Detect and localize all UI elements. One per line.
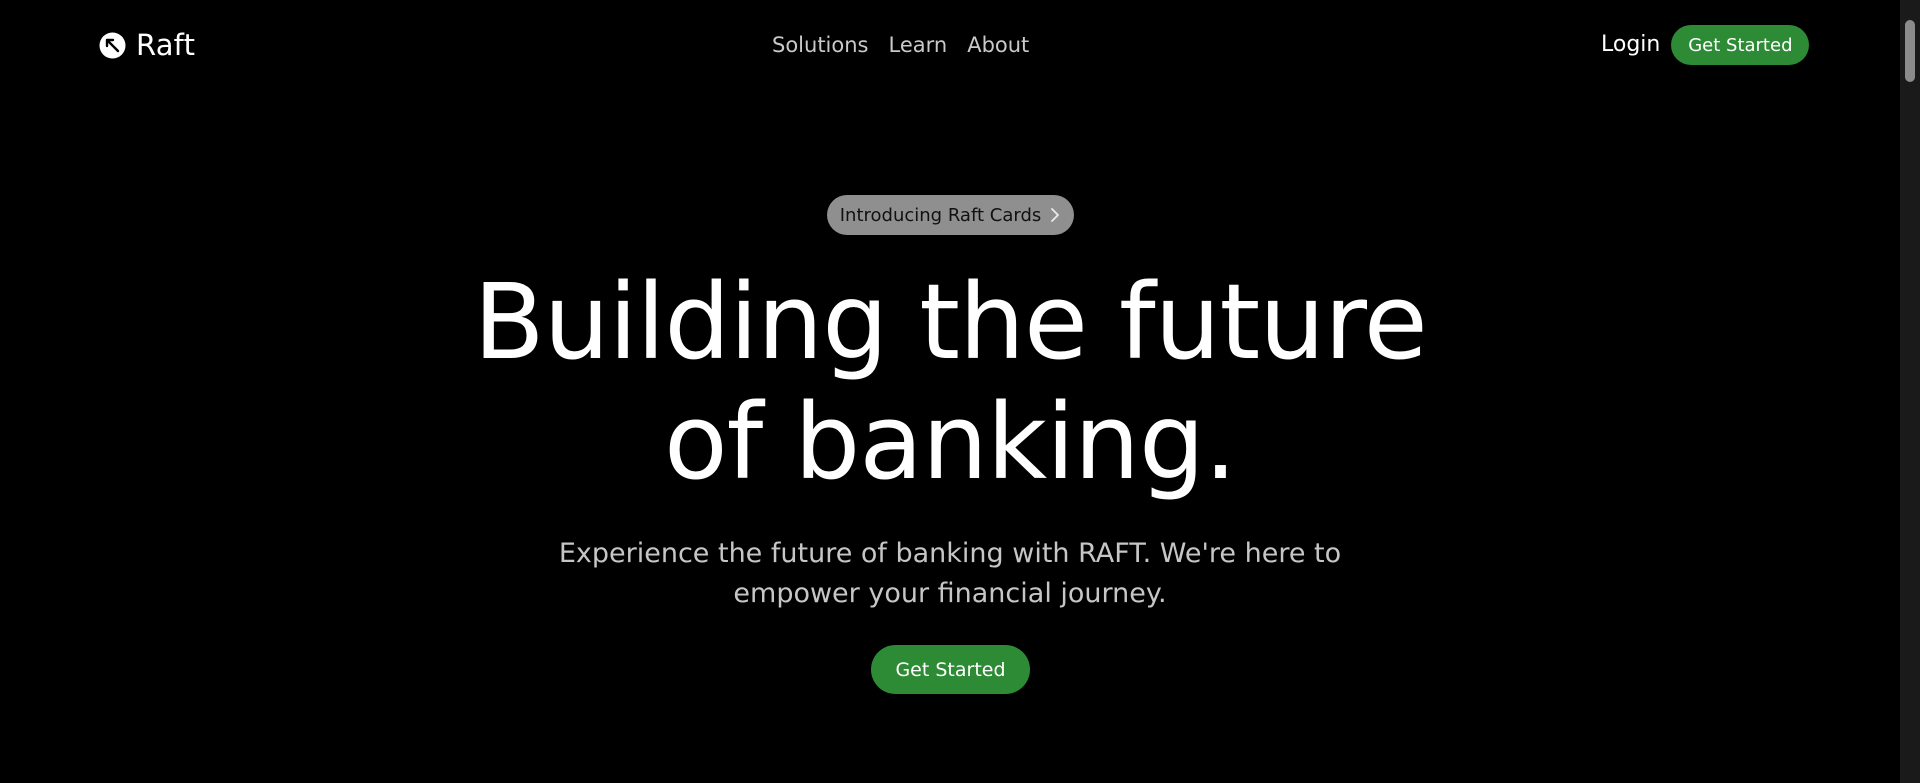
introducing-raft-cards-badge[interactable]: Introducing Raft Cards	[827, 195, 1074, 235]
hero-title-line-2: of banking.	[663, 381, 1237, 503]
login-link[interactable]: Login	[1601, 30, 1660, 60]
nav-item-learn[interactable]: Learn	[889, 31, 948, 59]
hero-subtitle: Experience the future of banking with RA…	[558, 538, 1342, 609]
scrollbar-thumb[interactable]	[1905, 20, 1915, 82]
header-actions: Login Get Started	[1601, 25, 1810, 65]
raft-logo-icon	[99, 32, 126, 58]
chevron-right-icon	[1051, 208, 1060, 222]
hero-title: Building the future of banking.	[0, 262, 1900, 502]
brand-name: Raft	[136, 28, 196, 62]
hero-subtitle-wrap: Experience the future of banking with RA…	[0, 534, 1900, 614]
badge-label: Introducing Raft Cards	[839, 204, 1042, 226]
brand-link[interactable]: Raft	[99, 28, 195, 62]
page-scrollbar[interactable]	[1900, 0, 1920, 783]
landing-page: Raft Solutions Learn About Login Get Sta…	[0, 0, 1920, 783]
nav-item-solutions[interactable]: Solutions	[772, 31, 869, 59]
site-header: Raft Solutions Learn About Login Get Sta…	[0, 0, 1900, 92]
hero-title-line-1: Building the future	[473, 261, 1427, 383]
nav-item-about[interactable]: About	[967, 31, 1029, 59]
hero-get-started-button[interactable]: Get Started	[871, 645, 1030, 694]
header-get-started-button[interactable]: Get Started	[1671, 25, 1810, 65]
main-nav: Solutions Learn About	[772, 31, 1029, 59]
